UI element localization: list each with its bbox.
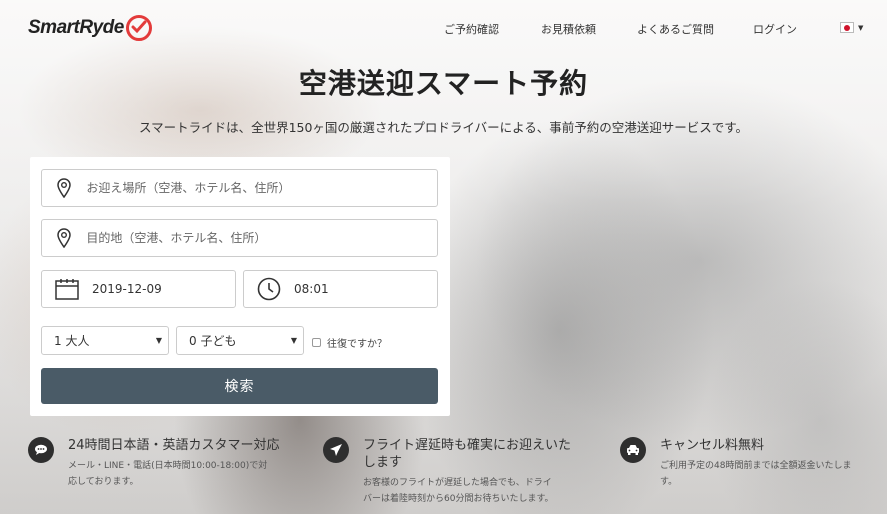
header: SmartRyde ご予約確認 お見積依頼 よくあるご質問 ログイン ▼ (0, 0, 887, 58)
feature-desc-line: バーは着陸時刻から60分間お待ちいたします。 (363, 494, 554, 504)
chat-bubble-icon (28, 437, 54, 463)
nav-booking-check[interactable]: ご予約確認 (444, 21, 499, 37)
feature-desc: メール・LINE・電話(日本時間10:00-18:00)で対 応しております。 (68, 458, 280, 490)
feature-title: 24時間日本語・英語カスタマー対応 (68, 438, 280, 453)
page-title: 空港送迎スマート予約 (298, 67, 589, 100)
feature-title-line: フライト遅延時も確実にお迎えいた (363, 438, 572, 453)
nav-quote-request[interactable]: お見積依頼 (541, 21, 596, 37)
feature-support: 24時間日本語・英語カスタマー対応 メール・LINE・電話(日本時間10:00-… (28, 437, 280, 490)
pickup-input[interactable] (86, 181, 437, 195)
nav-faq[interactable]: よくあるご質問 (637, 21, 714, 37)
feature-flight-delay: フライト遅延時も確実にお迎えいた します お客様のフライトが遅延した場合でも、ド… (323, 437, 571, 507)
calendar-icon (42, 271, 92, 307)
chevron-down-icon: ▼ (155, 336, 162, 345)
booking-form: 2019-12-09 08:01 1 大人 ▼ 0 子ども ▼ 往復ですか？ 検… (30, 157, 450, 416)
japan-flag-icon[interactable] (840, 22, 854, 33)
feature-desc-line: お客様のフライトが遅延した場合でも、ドライ (363, 478, 552, 488)
search-button[interactable]: 検索 (41, 368, 438, 404)
nav-login[interactable]: ログイン (753, 21, 797, 37)
destination-input[interactable] (86, 231, 437, 245)
feature-desc: ご利用予定の48時間前までは全額返金いたしま す。 (660, 458, 851, 490)
brand-name: SmartRyde (28, 17, 124, 38)
destination-field[interactable] (41, 219, 438, 257)
date-field[interactable]: 2019-12-09 (41, 270, 236, 308)
checkbox-box[interactable] (312, 338, 321, 347)
feature-desc-line: す。 (660, 477, 678, 487)
feature-title: キャンセル料無料 (660, 438, 765, 453)
roundtrip-checkbox[interactable]: 往復ですか？ (312, 335, 387, 350)
feature-free-cancel: キャンセル料無料 ご利用予定の48時間前までは全額返金いたしま す。 (620, 437, 851, 490)
car-icon (620, 437, 646, 463)
feature-title: フライト遅延時も確実にお迎えいた します (363, 437, 571, 471)
feature-desc-line: メール・LINE・電話(日本時間10:00-18:00)で対 (68, 461, 268, 471)
pickup-field[interactable] (41, 169, 438, 207)
feature-title-line: します (363, 455, 403, 470)
feature-desc-line: 応しております。 (68, 477, 139, 487)
check-logo-icon (125, 15, 152, 41)
feature-desc: お客様のフライトが遅延した場合でも、ドライ バーは着陸時刻から60分間お待ちいた… (363, 475, 571, 507)
airplane-icon (323, 437, 349, 463)
map-pin-icon (42, 220, 86, 256)
time-field[interactable]: 08:01 (243, 270, 438, 308)
date-value[interactable]: 2019-12-09 (92, 282, 162, 296)
children-select[interactable]: 0 子ども ▼ (176, 326, 304, 355)
clock-icon (244, 271, 294, 307)
roundtrip-label: 往復ですか？ (327, 339, 387, 350)
adults-select[interactable]: 1 大人 ▼ (41, 326, 169, 355)
logo[interactable]: SmartRyde (28, 15, 152, 41)
page-subtitle: スマートライドは、全世界150ヶ国の厳選されたプロドライバーによる、事前予約の空… (138, 120, 749, 135)
feature-desc-line: ご利用予定の48時間前までは全額返金いたしま (660, 461, 852, 471)
children-selected: 0 子ども (189, 334, 237, 348)
chevron-down-icon: ▼ (290, 336, 297, 345)
map-pin-icon (42, 170, 86, 206)
adults-selected: 1 大人 (54, 334, 90, 348)
time-value[interactable]: 08:01 (294, 282, 329, 296)
chevron-down-icon[interactable]: ▼ (858, 24, 863, 32)
